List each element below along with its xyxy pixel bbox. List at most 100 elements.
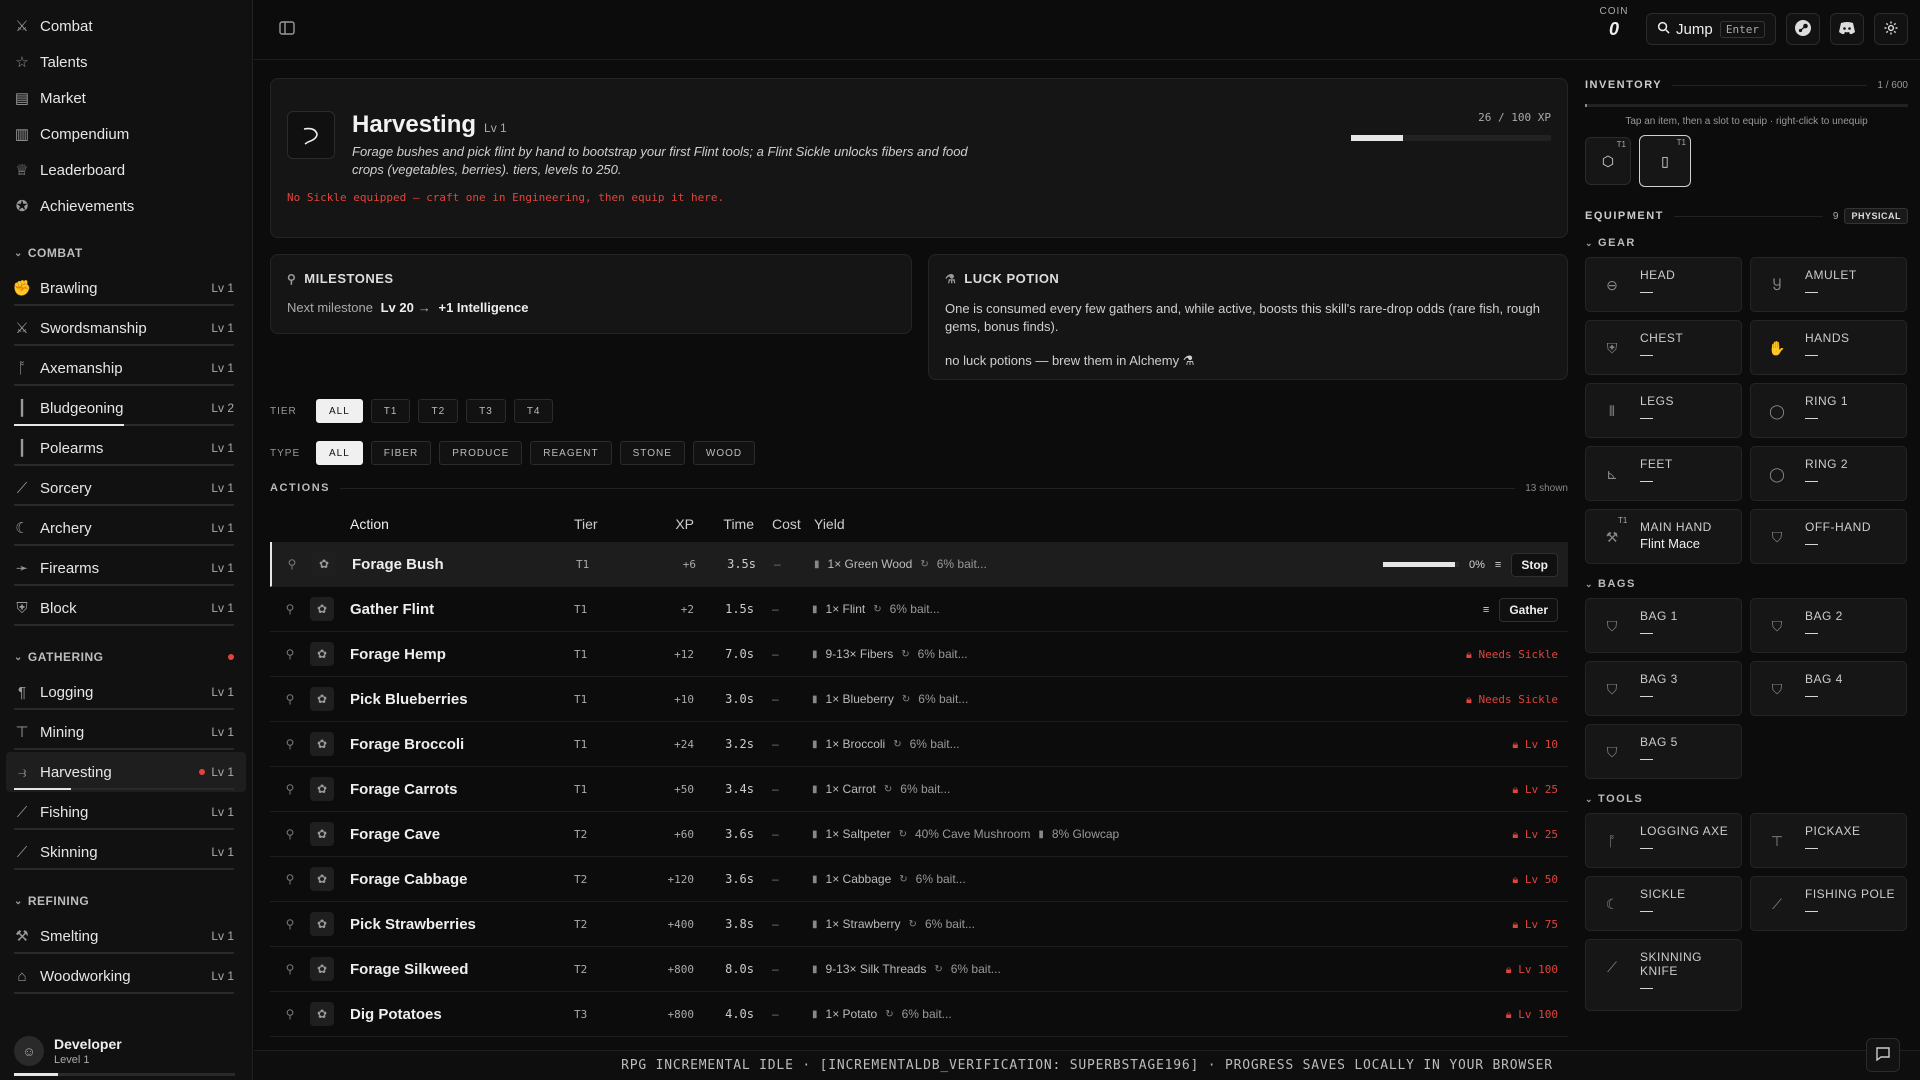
type-filter-stone[interactable]: STONE <box>619 441 685 465</box>
equip-slot-amulet[interactable]: Ⴘ AMULET — <box>1750 257 1907 312</box>
equip-slot-bag-4[interactable]: ⛉ BAG 4 — <box>1750 661 1907 716</box>
pin-icon[interactable]: ⚲ <box>270 737 310 751</box>
equip-slot-bag-2[interactable]: ⛉ BAG 2 — <box>1750 598 1907 653</box>
sidebar-item-harvesting[interactable]: ⥽ Harvesting Lv 1 <box>6 752 246 792</box>
equip-slot-pickaxe[interactable]: ⊤ PICKAXE — <box>1750 813 1907 868</box>
sidebar-item-polearms[interactable]: ┃ Polearms Lv 1 <box>0 428 252 468</box>
equip-slot-ring-2[interactable]: ◯ RING 2 — <box>1750 446 1907 501</box>
table-row[interactable]: ⚲ ✿ Forage Bush T1 +6 3.5s – ▮ 1× Green Wood ↻ 6% … <box>270 542 1568 587</box>
action-xp: +6 <box>682 557 696 571</box>
type-filter-all[interactable]: ALL <box>316 441 363 465</box>
type-filter-fiber[interactable]: FIBER <box>370 441 432 465</box>
queue-icon[interactable]: ≡ <box>1495 559 1501 571</box>
nav-item-talents[interactable]: ☆ Talents <box>0 44 252 80</box>
nav-item-achievements[interactable]: ✪ Achievements <box>0 188 252 224</box>
gear-group-header[interactable]: ⌄ GEAR <box>1585 237 1908 249</box>
tier-filter-t2[interactable]: T2 <box>418 399 459 423</box>
inventory-slot[interactable]: T1 ⬡ <box>1585 137 1631 185</box>
table-row[interactable]: ⚲ ✿ Pick Blueberries T1 +10 3.0s – ▮ 1× Blueberr… <box>270 677 1568 722</box>
section-header-refining[interactable]: ⌄ REFINING <box>0 886 252 916</box>
lock-text: Lv 50 <box>1524 872 1558 886</box>
sidebar-item-smelting[interactable]: ⚒ Smelting Lv 1 <box>0 916 252 956</box>
pin-icon[interactable]: ⚲ <box>270 1007 310 1021</box>
sidebar-item-swordsmanship[interactable]: ⚔ Swordsmanship Lv 1 <box>0 308 252 348</box>
nav-item-compendium[interactable]: ▥ Compendium <box>0 116 252 152</box>
equip-slot-ring-1[interactable]: ◯ RING 1 — <box>1750 383 1907 438</box>
table-row[interactable]: ⚲ ✿ Forage Silkweed T2 +800 8.0s – ▮ 9-13× Silk … <box>270 947 1568 992</box>
gather-button[interactable]: Gather <box>1499 597 1558 622</box>
nav-item-leaderboard[interactable]: ♕ Leaderboard <box>0 152 252 188</box>
pin-icon[interactable]: ⚲ <box>270 962 310 976</box>
pin-icon[interactable]: ⚲ <box>270 917 310 931</box>
table-row[interactable]: ⚲ ✿ Forage Carrots T1 +50 3.4s – ▮ 1× Carrot ↻ 6% … <box>270 767 1568 812</box>
equip-slot-skinning-knife[interactable]: ⟋ SKINNING KNIFE — <box>1585 939 1742 1011</box>
equip-slot-legs[interactable]: ⫴ LEGS — <box>1585 383 1742 438</box>
nav-item-market[interactable]: ▤ Market <box>0 80 252 116</box>
table-row[interactable]: ⚲ ✿ Pick Strawberries T2 +400 3.8s – ▮ 1× Strawb… <box>270 902 1568 947</box>
sidebar-item-woodworking[interactable]: ⌂ Woodworking Lv 1 <box>0 956 252 996</box>
equip-slot-feet[interactable]: ⊾ FEET — <box>1585 446 1742 501</box>
stop-button[interactable]: Stop <box>1511 552 1558 577</box>
steam-button[interactable] <box>1786 13 1820 45</box>
pin-icon[interactable]: ⚲ <box>272 557 312 571</box>
skill-progress-bar <box>14 584 234 586</box>
type-filter-reagent[interactable]: REAGENT <box>530 441 612 465</box>
table-row[interactable]: ⚲ ✿ Gather Flint T1 +2 1.5s – ▮ 1× Flint ↻ 6% bait… <box>270 587 1568 632</box>
queue-icon[interactable]: ≡ <box>1483 604 1489 616</box>
equip-slot-sickle[interactable]: ☾ SICKLE — <box>1585 876 1742 931</box>
section-header-gathering[interactable]: ⌄ GATHERING <box>0 642 252 672</box>
sidebar-item-fishing[interactable]: ⟋ Fishing Lv 1 <box>0 792 252 832</box>
table-row[interactable]: ⚲ ✿ Forage Cave T2 +60 3.6s – ▮ 1× Saltpeter ↻ 40%… <box>270 812 1568 857</box>
sidebar-item-mining[interactable]: ⊤ Mining Lv 1 <box>0 712 252 752</box>
tier-filter-t4[interactable]: T4 <box>513 399 554 423</box>
chat-button[interactable] <box>1866 1038 1900 1072</box>
equip-slot-bag-1[interactable]: ⛉ BAG 1 — <box>1585 598 1742 653</box>
tier-filter-t1[interactable]: T1 <box>370 399 411 423</box>
sidebar-item-axemanship[interactable]: ᚩ Axemanship Lv 1 <box>0 348 252 388</box>
settings-button[interactable] <box>1874 13 1908 45</box>
discord-button[interactable] <box>1830 13 1864 45</box>
equip-slot-main-hand[interactable]: ⚒ T1 MAIN HAND Flint Mace <box>1585 509 1742 564</box>
equip-slot-off-hand[interactable]: ⛉ OFF-HAND — <box>1750 509 1907 564</box>
type-filter-wood[interactable]: WOOD <box>692 441 756 465</box>
equip-slot-fishing-pole[interactable]: ⟋ FISHING POLE — <box>1750 876 1907 931</box>
sidebar-item-block[interactable]: ⛨ Block Lv 1 <box>0 588 252 628</box>
user-profile[interactable]: ☺ Developer Level 1 <box>0 1022 253 1080</box>
equip-slot-logging-axe[interactable]: ᚩ LOGGING AXE — <box>1585 813 1742 868</box>
bags-group-header[interactable]: ⌄ BAGS <box>1585 578 1908 590</box>
pin-icon[interactable]: ⚲ <box>270 692 310 706</box>
equip-slot-chest[interactable]: ⛨ CHEST — <box>1585 320 1742 375</box>
sidebar-toggle-icon[interactable] <box>278 19 296 37</box>
tier-filter-all[interactable]: ALL <box>316 399 363 423</box>
inventory-slot[interactable]: T1 ▯ <box>1639 135 1691 187</box>
tier-filter-t3[interactable]: T3 <box>466 399 506 423</box>
table-row[interactable]: ⚲ ✿ Forage Cabbage T2 +120 3.6s – ▮ 1× Cabbage ↻ 6… <box>270 857 1568 902</box>
pin-icon[interactable]: ⚲ <box>270 827 310 841</box>
sidebar-item-firearms[interactable]: ➛ Firearms Lv 1 <box>0 548 252 588</box>
equip-slot-bag-5[interactable]: ⛉ BAG 5 — <box>1585 724 1742 779</box>
section-header-combat[interactable]: ⌄ COMBAT <box>0 238 252 268</box>
nav-item-combat[interactable]: ⚔ Combat <box>0 8 252 44</box>
table-row[interactable]: ⚲ ✿ Forage Broccoli T1 +24 3.2s – ▮ 1× Broccoli ↻… <box>270 722 1568 767</box>
equip-slot-head[interactable]: ⊖ HEAD — <box>1585 257 1742 312</box>
jump-button[interactable]: Jump Enter <box>1646 13 1776 45</box>
nav-item-label: Market <box>40 89 86 107</box>
table-row[interactable]: ⚲ ✿ Forage Hemp T1 +12 7.0s – ▮ 9-13× Fibers ↻ 6% … <box>270 632 1568 677</box>
table-row[interactable]: ⚲ ✿ Dig Potatoes T3 +800 4.0s – ▮ 1× Potato ↻ 6% b… <box>270 992 1568 1037</box>
equip-slot-bag-3[interactable]: ⛉ BAG 3 — <box>1585 661 1742 716</box>
sidebar-item-bludgeoning[interactable]: ┃ Bludgeoning Lv 2 <box>0 388 252 428</box>
pin-icon[interactable]: ⚲ <box>270 647 310 661</box>
sidebar-item-brawling[interactable]: ✊ Brawling Lv 1 <box>0 268 252 308</box>
sidebar-item-skinning[interactable]: ⟋ Skinning Lv 1 <box>0 832 252 872</box>
damage-type-badge[interactable]: PHYSICAL <box>1844 208 1908 224</box>
sidebar-item-archery[interactable]: ☾ Archery Lv 1 <box>0 508 252 548</box>
yield-extra: 6% bait... <box>924 917 975 931</box>
pin-icon[interactable]: ⚲ <box>270 872 310 886</box>
pin-icon[interactable]: ⚲ <box>270 602 310 616</box>
sidebar-item-sorcery[interactable]: ⟋ Sorcery Lv 1 <box>0 468 252 508</box>
equip-slot-hands[interactable]: ✋ HANDS — <box>1750 320 1907 375</box>
type-filter-produce[interactable]: PRODUCE <box>439 441 523 465</box>
sidebar-item-logging[interactable]: ¶ Logging Lv 1 <box>0 672 252 712</box>
tools-group-header[interactable]: ⌄ TOOLS <box>1585 793 1908 805</box>
pin-icon[interactable]: ⚲ <box>270 782 310 796</box>
